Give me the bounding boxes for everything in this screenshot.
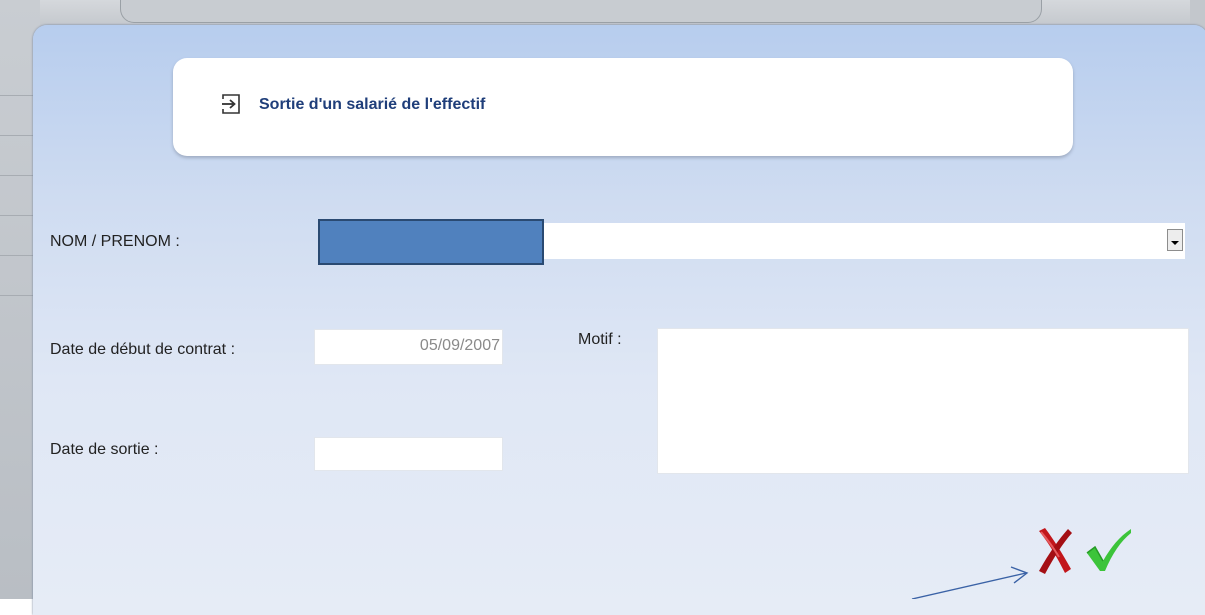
sign-out-icon <box>222 94 240 114</box>
green-check-icon[interactable] <box>1085 527 1133 575</box>
employee-name-select[interactable] <box>318 219 1185 265</box>
dialog-header: Sortie d'un salarié de l'effectif <box>173 58 1073 156</box>
reason-label: Motif : <box>578 331 622 348</box>
redacted-name-block <box>318 219 544 265</box>
chevron-down-icon[interactable] <box>1167 229 1183 251</box>
contract-start-field: 05/09/2007 <box>314 329 503 365</box>
reason-textarea[interactable] <box>657 328 1189 474</box>
background-panel <box>120 0 1042 23</box>
contract-start-label: Date de début de contrat : <box>50 341 236 358</box>
exit-date-label: Date de sortie : <box>50 441 159 458</box>
name-label: NOM / PRENOM : <box>50 233 180 250</box>
exit-employee-dialog: Sortie d'un salarié de l'effectif NOM / … <box>33 25 1205 615</box>
red-x-icon[interactable] <box>1035 525 1073 577</box>
exit-date-input[interactable] <box>314 437 503 471</box>
contract-start-value: 05/09/2007 <box>419 337 500 354</box>
dialog-title: Sortie d'un salarié de l'effectif <box>259 96 486 113</box>
